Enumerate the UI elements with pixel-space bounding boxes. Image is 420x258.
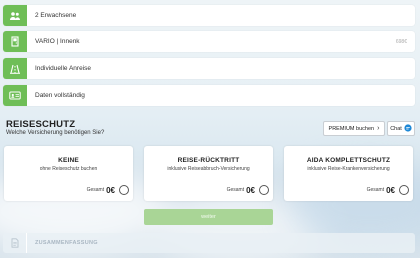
chevron-right-icon: › bbox=[377, 125, 380, 132]
chat-bubble-icon bbox=[404, 123, 412, 134]
summary-label: ZUSAMMENFASSUNG bbox=[35, 240, 98, 246]
option-radio[interactable] bbox=[399, 185, 409, 195]
insurance-option-none[interactable]: KEINE ohne Reiseschutz buchen Gesamt 0€ bbox=[4, 146, 133, 201]
option-radio[interactable] bbox=[259, 185, 269, 195]
step-travelers[interactable]: 2 Erwachsene bbox=[3, 5, 415, 26]
insurance-option-cancellation[interactable]: REISE-RÜCKTRITT inklusive Reiseabbruch-V… bbox=[144, 146, 273, 201]
price-label: Gesamt bbox=[86, 187, 105, 193]
premium-label: PREMIUM buchen bbox=[328, 125, 375, 132]
chat-button[interactable]: Chat bbox=[387, 121, 415, 136]
price-label: Gesamt bbox=[366, 187, 385, 193]
insurance-option-complete[interactable]: AIDA KOMPLETTSCHUTZ inklusive Reise-Kran… bbox=[284, 146, 413, 201]
option-radio[interactable] bbox=[119, 185, 129, 195]
people-icon bbox=[3, 5, 27, 26]
section-title: REISESCHUTZ bbox=[6, 119, 76, 130]
step-price: 698€ bbox=[395, 38, 407, 45]
step-data[interactable]: Daten vollständig bbox=[3, 85, 415, 106]
step-label: 2 Erwachsene bbox=[35, 12, 77, 19]
option-subtitle: inklusive Reiseabbruch-Versicherung bbox=[167, 166, 250, 172]
road-icon bbox=[3, 58, 27, 79]
option-subtitle: ohne Reiseschutz buchen bbox=[39, 166, 98, 172]
price-label: Gesamt bbox=[226, 187, 245, 193]
option-subtitle: inklusive Reise-Krankenversicherung bbox=[307, 166, 390, 172]
weiter-button[interactable]: weiter bbox=[144, 209, 273, 225]
step-label: Daten vollständig bbox=[35, 92, 85, 99]
premium-button[interactable]: PREMIUM buchen › bbox=[323, 121, 385, 136]
option-title: AIDA KOMPLETTSCHUTZ bbox=[306, 157, 391, 164]
step-cabin[interactable]: VARIO | Innenk 698€ bbox=[3, 31, 415, 52]
cabin-door-icon bbox=[3, 31, 27, 52]
summary-section[interactable]: ZUSAMMENFASSUNG bbox=[3, 233, 415, 253]
price-value: 0€ bbox=[106, 185, 115, 195]
step-label: Individuelle Anreise bbox=[35, 65, 92, 72]
chat-label: Chat bbox=[390, 125, 402, 132]
price-value: 0€ bbox=[246, 185, 255, 195]
step-arrival[interactable]: Individuelle Anreise bbox=[3, 58, 415, 79]
price-value: 0€ bbox=[386, 185, 395, 195]
option-title: REISE-RÜCKTRITT bbox=[177, 157, 240, 164]
id-card-icon bbox=[3, 85, 27, 106]
option-title: KEINE bbox=[58, 157, 79, 164]
document-icon bbox=[3, 233, 27, 253]
section-subtitle: Welche Versicherung benötigen Sie? bbox=[6, 130, 105, 136]
step-label: VARIO | Innenk bbox=[35, 38, 80, 45]
